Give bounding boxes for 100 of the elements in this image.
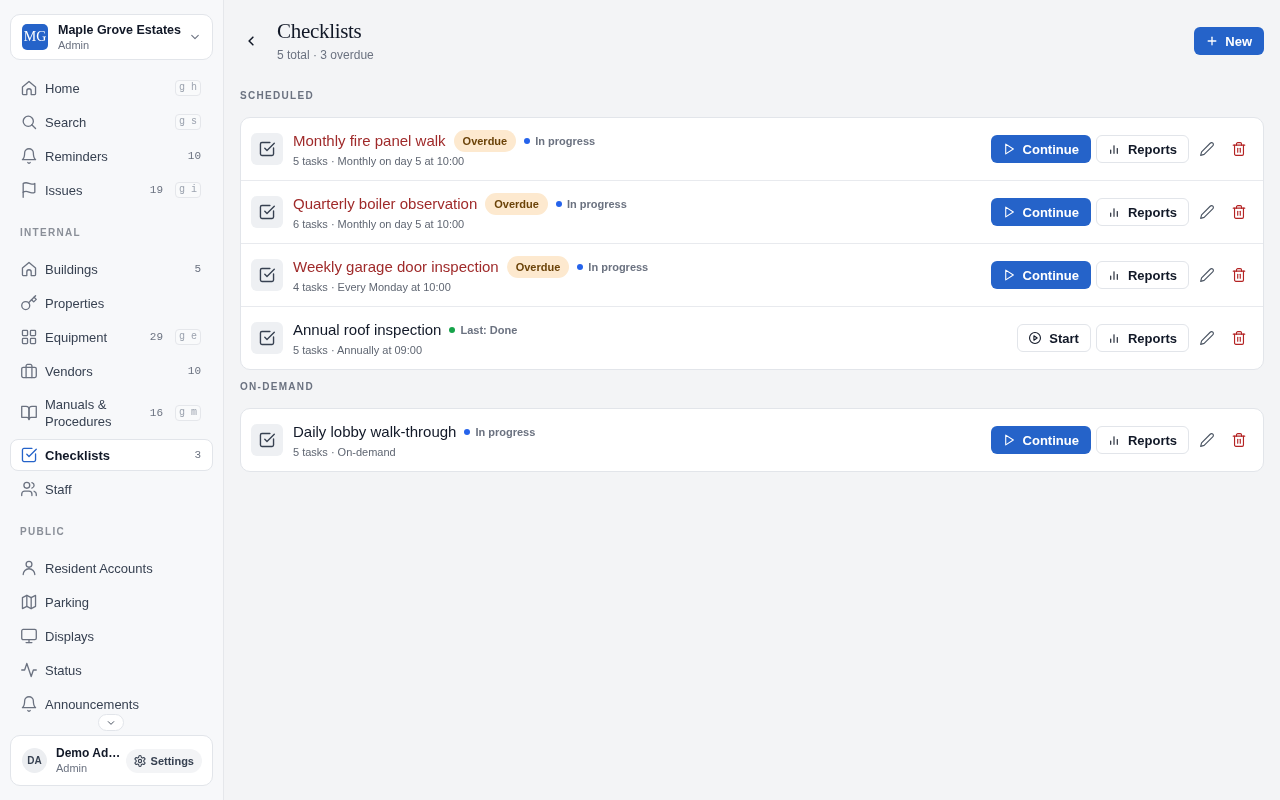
reports-button[interactable]: Reports <box>1095 261 1189 289</box>
bell-icon <box>21 148 37 164</box>
search-icon <box>21 114 37 130</box>
settings-button[interactable]: Settings <box>125 748 202 773</box>
nav-item[interactable]: Manuals & Procedures 16 g m <box>10 389 213 437</box>
house-icon <box>21 261 37 277</box>
checkbox-icon <box>21 447 37 463</box>
page-title: Checklists <box>277 18 363 44</box>
item-count: 10 <box>187 363 201 379</box>
nav-item[interactable]: Announcements <box>10 688 213 720</box>
user-name: Demo Ad… <box>56 746 122 761</box>
nav-item[interactable]: Search g s <box>10 106 213 138</box>
nav-item[interactable]: Parking <box>10 586 213 618</box>
bell-icon <box>21 696 37 712</box>
trash-icon <box>1232 433 1246 447</box>
checklist-meta: 6 tasks · Monthly on day 5 at 10:00 <box>293 216 466 232</box>
briefcase-icon <box>21 363 37 379</box>
item-count: 19 <box>149 182 163 198</box>
reports-button[interactable]: Reports <box>1095 324 1189 352</box>
bar-chart-icon <box>1107 434 1120 446</box>
page-subtitle: 5 total · 3 overdue <box>277 47 375 63</box>
shortcut-key: g e <box>175 329 201 345</box>
overdue-badge: Overdue <box>506 255 570 278</box>
reports-button[interactable]: Reports <box>1095 426 1189 454</box>
nav-item[interactable]: Status <box>10 654 213 686</box>
user-avatar: DA <box>22 748 47 773</box>
item-count: 5 <box>194 261 201 277</box>
house-icon <box>21 80 37 96</box>
flag-icon <box>21 182 37 198</box>
status-label: In progress <box>535 134 596 147</box>
new-button[interactable]: New <box>1194 27 1264 55</box>
checklist-meta: 5 tasks · On-demand <box>293 444 397 460</box>
settings-icon <box>133 754 146 767</box>
nav-item[interactable]: Equipment 29 g e <box>10 321 213 353</box>
bar-chart-icon <box>1107 206 1120 218</box>
checklist-meta: 5 tasks · Annually at 09:00 <box>293 342 424 358</box>
shortcut-key: g i <box>175 182 201 198</box>
bar-chart-icon <box>1107 143 1120 155</box>
item-count: 3 <box>194 447 201 463</box>
section-heading: SCHEDULED <box>240 90 315 102</box>
checklist-title: Quarterly boiler observation <box>293 193 478 214</box>
nav-item[interactable]: Vendors 10 <box>10 355 213 387</box>
checklist-title: Daily lobby walk-through <box>293 421 457 442</box>
checklist-title: Weekly garage door inspection <box>293 256 499 277</box>
shortcut-key: g h <box>175 80 201 96</box>
checklist-icon <box>251 259 283 291</box>
nav-item[interactable]: Issues 19 g i <box>10 174 213 206</box>
bar-chart-icon <box>1107 332 1120 344</box>
continue-button[interactable]: Continue <box>990 135 1091 163</box>
pencil-icon <box>1200 142 1214 156</box>
section-heading: ON-DEMAND <box>240 381 315 393</box>
item-count: 10 <box>187 148 201 164</box>
status-label: In progress <box>475 425 536 438</box>
play-icon <box>1002 269 1015 281</box>
grid-icon <box>21 329 37 345</box>
monitor-icon <box>21 628 37 644</box>
nav-item[interactable]: Properties <box>10 287 213 319</box>
map-icon <box>21 594 37 610</box>
shortcut-key: g m <box>175 405 201 421</box>
pencil-icon <box>1200 331 1214 345</box>
continue-button[interactable]: Continue <box>990 198 1091 226</box>
nav-item[interactable]: Staff <box>10 473 213 505</box>
play-icon <box>1002 434 1015 446</box>
continue-button[interactable]: Continue <box>990 261 1091 289</box>
nav-item[interactable]: Checklists 3 <box>10 439 213 471</box>
reports-button[interactable]: Reports <box>1095 135 1189 163</box>
checklist-title: Annual roof inspection <box>293 319 442 340</box>
item-count: 29 <box>149 329 163 345</box>
users-icon <box>21 481 37 497</box>
play-icon <box>1002 143 1015 155</box>
play-circle-icon <box>1029 332 1042 344</box>
trash-icon <box>1232 331 1246 345</box>
nav-item[interactable]: Reminders 10 <box>10 140 213 172</box>
workspace-role: Admin <box>58 37 91 52</box>
user-icon <box>21 560 37 576</box>
workspace-logo: MG <box>22 24 48 50</box>
bar-chart-icon <box>1107 269 1120 281</box>
status-label: In progress <box>588 260 649 273</box>
nav-item[interactable]: Displays <box>10 620 213 652</box>
checklist-icon <box>251 196 283 228</box>
nav-item[interactable]: Home g h <box>10 72 213 104</box>
pencil-icon <box>1200 268 1214 282</box>
pencil-icon <box>1200 205 1214 219</box>
workspace-name: Maple Grove Estates <box>58 22 182 38</box>
continue-button[interactable]: Continue <box>990 426 1091 454</box>
checklist-meta: 5 tasks · Monthly on day 5 at 10:00 <box>293 153 466 169</box>
checklist-title: Monthly fire panel walk <box>293 130 446 151</box>
overdue-badge: Overdue <box>453 129 517 152</box>
overdue-badge: Overdue <box>485 192 548 215</box>
pulse-icon <box>21 662 37 678</box>
checklist-icon <box>251 424 283 456</box>
user-role: Admin <box>56 761 89 775</box>
start-button[interactable]: Start <box>1017 324 1091 352</box>
nav-item[interactable]: Buildings 5 <box>10 253 213 285</box>
item-count: 16 <box>149 405 163 421</box>
trash-icon <box>1232 268 1246 282</box>
nav-item[interactable]: Resident Accounts <box>10 552 213 584</box>
checklist-icon <box>251 322 283 354</box>
reports-button[interactable]: Reports <box>1095 198 1189 226</box>
trash-icon <box>1232 205 1246 219</box>
